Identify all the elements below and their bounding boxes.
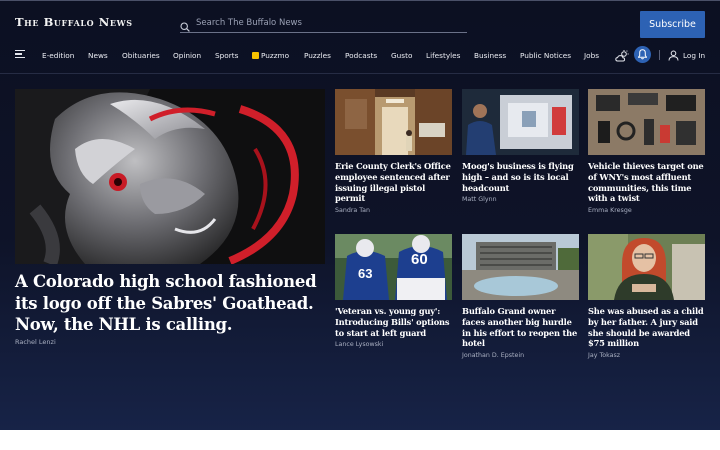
story-headline[interactable]: Vehicle thieves target one of WNY's most… bbox=[588, 161, 705, 204]
story-byline: Jonathan D. Epstein bbox=[462, 352, 525, 360]
nav-bottom-border bbox=[0, 73, 720, 74]
nav-item-news[interactable]: News bbox=[88, 51, 108, 60]
nav-item-jobs[interactable]: Jobs bbox=[584, 51, 599, 60]
story-byline: Lance Lysowski bbox=[335, 341, 384, 349]
nav-item-puzzmo[interactable]: Puzzmo bbox=[252, 51, 289, 60]
story-image-moog[interactable] bbox=[462, 89, 579, 155]
story-byline: Sandra Tan bbox=[335, 207, 370, 215]
main-nav: E-edition News Obituaries Opinion Sports… bbox=[0, 45, 720, 67]
nav-item-lifestyles[interactable]: Lifestyles bbox=[426, 51, 460, 60]
nav-item-opinion[interactable]: Opinion bbox=[173, 51, 201, 60]
site-logo[interactable]: The Buffalo News bbox=[15, 15, 133, 29]
user-icon bbox=[668, 50, 679, 61]
story-card-moog[interactable]: Moog's business is flying high – and so … bbox=[462, 89, 579, 203]
hero-byline: Rachel Lenzi bbox=[15, 338, 56, 346]
top-border bbox=[0, 0, 720, 1]
story-image-woman-portrait[interactable] bbox=[588, 234, 705, 300]
story-image-bills-linemen[interactable]: 63 60 bbox=[335, 234, 452, 300]
puzzmo-icon bbox=[252, 52, 259, 59]
nav-item-business[interactable]: Business bbox=[474, 51, 506, 60]
nav-item-podcasts[interactable]: Podcasts bbox=[345, 51, 377, 60]
story-headline[interactable]: She was abused as a child by her father.… bbox=[588, 306, 705, 349]
nav-item-gusto[interactable]: Gusto bbox=[391, 51, 412, 60]
search-icon[interactable] bbox=[180, 17, 190, 36]
page: The Buffalo News Subscribe E-edition New… bbox=[0, 0, 720, 430]
story-headline[interactable]: 'Veteran vs. young guy': Introducing Bil… bbox=[335, 306, 452, 338]
nav-item-obituaries[interactable]: Obituaries bbox=[122, 51, 160, 60]
weather-icon[interactable] bbox=[615, 48, 629, 67]
story-image-seized-items[interactable] bbox=[588, 89, 705, 155]
story-byline: Matt Glynn bbox=[462, 196, 497, 204]
story-card-buffalo-grand[interactable]: Buffalo Grand owner faces another big hu… bbox=[462, 234, 579, 359]
story-card-abuse-verdict[interactable]: She was abused as a child by her father.… bbox=[588, 234, 705, 359]
nav-item-public-notices[interactable]: Public Notices bbox=[520, 51, 571, 60]
nav-item-e-edition[interactable]: E-edition bbox=[42, 51, 74, 60]
story-headline[interactable]: Moog's business is flying high – and so … bbox=[462, 161, 579, 193]
story-headline[interactable]: Erie County Clerk's Office employee sent… bbox=[335, 161, 452, 204]
story-image-hotel[interactable] bbox=[462, 234, 579, 300]
search-input[interactable] bbox=[196, 16, 456, 30]
svg-text:60: 60 bbox=[411, 251, 428, 268]
nav-item-puzzmo-label: Puzzmo bbox=[261, 51, 290, 60]
story-byline: Emma Kresge bbox=[588, 207, 632, 215]
hamburger-icon[interactable] bbox=[15, 50, 25, 59]
story-card-vehicle-thieves[interactable]: Vehicle thieves target one of WNY's most… bbox=[588, 89, 705, 214]
hero-headline[interactable]: A Colorado high school fashioned its log… bbox=[15, 271, 325, 336]
search-bar[interactable] bbox=[180, 14, 467, 33]
bell-icon[interactable] bbox=[634, 46, 651, 63]
nav-item-puzzles[interactable]: Puzzles bbox=[304, 51, 331, 60]
svg-text:63: 63 bbox=[358, 266, 372, 281]
hero-image-goathead-jersey[interactable] bbox=[15, 89, 325, 264]
story-card-clerk[interactable]: Erie County Clerk's Office employee sent… bbox=[335, 89, 452, 214]
story-byline: Jay Tokasz bbox=[588, 352, 621, 360]
login-label: Log In bbox=[683, 51, 706, 60]
nav-divider bbox=[659, 50, 660, 60]
story-headline[interactable]: Buffalo Grand owner faces another big hu… bbox=[462, 306, 579, 349]
story-card-bills[interactable]: 63 60 'Veteran vs. young guy': Introduci… bbox=[335, 234, 452, 348]
story-image-clerk-office[interactable] bbox=[335, 89, 452, 155]
subscribe-button[interactable]: Subscribe bbox=[640, 11, 705, 38]
nav-item-sports[interactable]: Sports bbox=[215, 51, 238, 60]
